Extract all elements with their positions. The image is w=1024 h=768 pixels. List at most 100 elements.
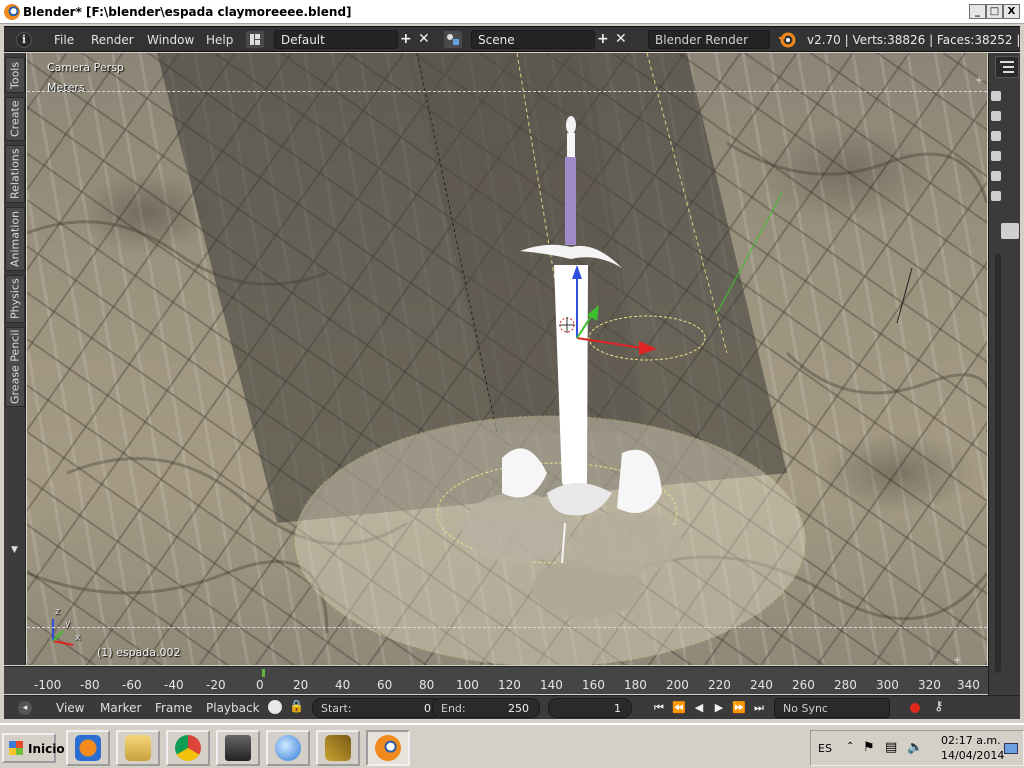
- add-layout-icon[interactable]: +: [400, 31, 412, 47]
- taskbar: Inicio ES ⌃ ⚑ ▤ 🔈 02:17 a.m. 14/04/2014: [0, 723, 1024, 768]
- menu-playback[interactable]: Playback: [206, 701, 260, 715]
- taskbar-game-x[interactable]: [316, 730, 360, 766]
- menu-help[interactable]: Help: [206, 33, 233, 47]
- menu-window[interactable]: Window: [147, 33, 194, 47]
- svg-text:+: +: [975, 75, 983, 86]
- render-panel-icon[interactable]: [1001, 223, 1019, 239]
- tick-label: -20: [206, 678, 226, 692]
- tab-animation[interactable]: Animation: [5, 207, 25, 271]
- tick-label: 320: [918, 678, 941, 692]
- outliner-toggle[interactable]: [995, 56, 1019, 78]
- show-desktop-icon[interactable]: [1004, 743, 1018, 754]
- language-indicator[interactable]: ES: [818, 742, 832, 755]
- play-icon[interactable]: ▶: [710, 699, 728, 716]
- keying-set-icon[interactable]: [268, 700, 282, 714]
- volume-icon[interactable]: 🔈: [907, 740, 923, 755]
- outliner-icon: [1000, 61, 1014, 73]
- tick-label: 280: [834, 678, 857, 692]
- property-icon-3[interactable]: [991, 131, 1001, 141]
- globe-icon: [275, 735, 301, 761]
- taskbar-blender[interactable]: [366, 730, 410, 766]
- screen-layout-icon[interactable]: [246, 31, 264, 48]
- taskbar-file-explorer[interactable]: [116, 730, 160, 766]
- tick-label: 20: [293, 678, 309, 692]
- tray-expand-icon[interactable]: ⌃: [846, 741, 854, 752]
- start-frame-label: Start:: [321, 702, 352, 715]
- sword-grip: [565, 157, 576, 245]
- collapse-arrow-icon[interactable]: ▼: [11, 545, 18, 555]
- tab-relations[interactable]: Relations: [5, 145, 25, 203]
- taskbar-chrome[interactable]: [166, 730, 210, 766]
- media-player-icon: [75, 735, 101, 761]
- minimize-button[interactable]: _: [969, 4, 986, 19]
- scene-render: + +: [27, 53, 987, 665]
- tick-label: 240: [750, 678, 773, 692]
- taskbar-globe-app[interactable]: [266, 730, 310, 766]
- timeline-ruler[interactable]: -100 -80 -60 -40 -20 0 20 40 60 80 100 1…: [4, 666, 988, 694]
- editor-type-icon[interactable]: ◂: [18, 701, 32, 715]
- crossed-swords-icon: [325, 735, 351, 761]
- keying-tool-icon[interactable]: ⚷: [934, 699, 944, 714]
- taskbar-world-of-tanks[interactable]: [216, 730, 260, 766]
- action-center-flag-icon[interactable]: ⚑: [863, 740, 875, 755]
- render-engine-select[interactable]: Blender Render: [648, 30, 770, 49]
- camera-border-top: [27, 91, 987, 92]
- record-icon[interactable]: [910, 703, 920, 713]
- playhead-marker[interactable]: [262, 669, 265, 677]
- info-icon[interactable]: i: [16, 32, 32, 48]
- property-icon-1[interactable]: [991, 91, 1001, 101]
- play-reverse-icon[interactable]: ◀: [690, 699, 708, 716]
- scene-icon[interactable]: [444, 31, 462, 48]
- tab-physics[interactable]: Physics: [5, 275, 25, 323]
- menu-frame[interactable]: Frame: [155, 701, 192, 715]
- jump-end-icon[interactable]: ⏭: [750, 699, 768, 716]
- sync-mode-select[interactable]: No Sync: [774, 698, 890, 718]
- property-icon-5[interactable]: [991, 171, 1001, 181]
- property-icon-4[interactable]: [991, 151, 1001, 161]
- taskbar-media-player[interactable]: [66, 730, 110, 766]
- clock-date[interactable]: 14/04/2014: [941, 749, 1004, 762]
- menu-render[interactable]: Render: [91, 33, 134, 47]
- tick-label: -100: [34, 678, 62, 692]
- screen-layout-field[interactable]: Default: [274, 30, 398, 49]
- menu-view[interactable]: View: [56, 701, 84, 715]
- tick-label: 180: [624, 678, 647, 692]
- prev-keyframe-icon[interactable]: ⏪: [670, 699, 688, 716]
- start-frame-field[interactable]: Start: 0: [312, 698, 442, 718]
- end-frame-value: 250: [508, 702, 529, 715]
- tick-label: 60: [377, 678, 393, 692]
- property-icon-6[interactable]: [991, 191, 1001, 201]
- maximize-button[interactable]: □: [986, 4, 1003, 19]
- windows-logo-icon: [9, 741, 23, 755]
- start-label: Inicio: [28, 742, 65, 756]
- current-frame-value: 1: [614, 702, 621, 715]
- jump-start-icon[interactable]: ⏮: [650, 699, 668, 716]
- tick-label: 120: [498, 678, 521, 692]
- add-scene-icon[interactable]: +: [597, 31, 609, 47]
- tab-create[interactable]: Create: [5, 97, 25, 141]
- chrome-icon: [175, 735, 201, 761]
- end-frame-field[interactable]: End: 250: [432, 698, 540, 718]
- close-button[interactable]: X: [1003, 4, 1020, 19]
- 3d-viewport[interactable]: + + Camera Persp Meters z x y (1) espada…: [27, 53, 987, 665]
- view-name: Camera Persp: [47, 61, 124, 74]
- properties-scrollbar[interactable]: [995, 253, 1001, 673]
- window-title: Blender* [F:\blender\espada claymoreeee.…: [23, 5, 352, 19]
- menu-marker[interactable]: Marker: [100, 701, 141, 715]
- tab-tools[interactable]: Tools: [5, 57, 25, 93]
- lock-icon[interactable]: 🔒: [289, 699, 304, 713]
- tick-label: 40: [335, 678, 351, 692]
- scene-field[interactable]: Scene: [471, 30, 595, 49]
- current-frame-field[interactable]: 1: [548, 698, 632, 718]
- clock-time[interactable]: 02:17 a.m.: [941, 734, 1001, 747]
- remove-scene-icon[interactable]: ✕: [615, 31, 627, 47]
- next-keyframe-icon[interactable]: ⏩: [730, 699, 748, 716]
- tick-label: 300: [876, 678, 899, 692]
- tick-label: 0: [256, 678, 264, 692]
- tab-grease-pencil[interactable]: Grease Pencil: [5, 327, 25, 407]
- network-icon[interactable]: ▤: [885, 740, 897, 755]
- remove-layout-icon[interactable]: ✕: [418, 31, 430, 47]
- property-icon-2[interactable]: [991, 111, 1001, 121]
- start-button[interactable]: Inicio: [2, 733, 65, 763]
- menu-file[interactable]: File: [54, 33, 74, 47]
